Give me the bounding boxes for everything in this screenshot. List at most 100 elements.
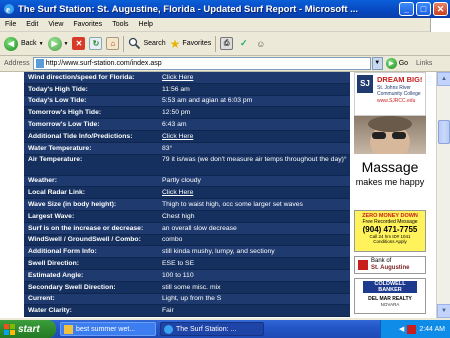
taskbar-item-surf-station[interactable]: The Surf Station: ...: [160, 322, 264, 336]
report-key: Tomorrow's Low Tide:: [28, 121, 100, 129]
system-tray: ◀ 2:44 AM: [380, 320, 450, 338]
taskbar-item-wetsuit[interactable]: best summer wet...: [60, 322, 156, 336]
menu-favorites[interactable]: Favorites: [68, 21, 107, 28]
forward-button[interactable]: ▶ ▼: [47, 36, 69, 51]
sjrcc-line2: Community College: [377, 91, 421, 97]
home-button[interactable]: ⌂: [106, 37, 120, 50]
address-url: http://www.surf-station.com/index.asp: [45, 60, 162, 67]
coldwell-line4: NOVARA: [380, 302, 400, 307]
scroll-thumb[interactable]: [438, 120, 450, 144]
go-button[interactable]: ▶ Go: [385, 58, 408, 69]
report-row: Additional Form Info: still kinda mushy, …: [24, 246, 350, 259]
tray-app-icon[interactable]: [407, 324, 417, 334]
close-button[interactable]: ✕: [433, 2, 448, 16]
report-link[interactable]: Click Here: [160, 189, 350, 196]
address-input[interactable]: http://www.surf-station.com/index.asp: [32, 57, 371, 70]
report-value: 5:53 am and agian at 6:03 pm: [162, 97, 253, 105]
report-key: Weather:: [28, 177, 57, 185]
refresh-button[interactable]: ↻: [89, 37, 103, 50]
report-row: Tomorrow's High Tide: 12:50 pm: [24, 107, 350, 120]
report-key: Today's High Tide:: [28, 85, 88, 93]
scroll-down-icon[interactable]: ▼: [437, 304, 450, 318]
tray-arrow-icon[interactable]: ◀: [399, 325, 404, 333]
address-bar: Address http://www.surf-station.com/inde…: [0, 56, 450, 72]
internet-explorer-icon: e: [4, 4, 14, 15]
report-key: Swell Direction:: [28, 260, 79, 268]
start-button[interactable]: start: [0, 320, 56, 338]
report-row: Additional Tide Info/Predictions: Click H…: [24, 130, 350, 143]
report-key: Estimated Angle:: [28, 271, 84, 279]
refresh-icon: ↻: [89, 37, 103, 50]
report-row: Air Temperature: 79 it is/was (we don't m…: [24, 154, 350, 176]
ad-column: SJ DREAM BIG! St. Johns River Community …: [354, 72, 428, 318]
address-label: Address: [4, 60, 30, 67]
report-link[interactable]: Click Here: [160, 133, 350, 140]
report-key: Wave Size (in body height):: [28, 201, 117, 209]
report-link[interactable]: Click Here: [160, 74, 350, 81]
menu-edit[interactable]: Edit: [21, 21, 43, 28]
ie-task-icon: [164, 324, 173, 334]
back-button[interactable]: ◀ Back ▼: [4, 36, 44, 51]
report-key: Tomorrow's High Tide:: [28, 109, 102, 117]
sjrcc-headline: DREAM BIG!: [377, 75, 423, 84]
report-value: ESE to SE: [162, 260, 195, 268]
report-row: Local Radar Link: Click Here: [24, 187, 350, 200]
research-button[interactable]: ✓: [237, 37, 250, 50]
report-key: Wind direction/speed for Florida:: [28, 73, 135, 81]
report-key: Local Radar Link:: [28, 189, 86, 197]
minimize-button[interactable]: _: [399, 2, 414, 16]
sjrcc-logo: SJ: [357, 75, 373, 93]
address-dropdown-icon[interactable]: ▼: [371, 57, 383, 70]
report-row: Water Temperature: 83°: [24, 143, 350, 155]
forward-dropdown-icon[interactable]: ▼: [64, 41, 69, 47]
menu-tools[interactable]: Tools: [107, 21, 133, 28]
title-bar[interactable]: e The Surf Station: St. Augustine, Flori…: [0, 0, 450, 18]
report-key: WindSwell / GroundSwell / Combo:: [28, 236, 141, 244]
massage-title: Massage: [361, 159, 419, 175]
report-value: still kinda mushy, lumpy, and sectiony: [162, 248, 275, 256]
report-key: Additional Tide Info/Predictions:: [28, 132, 133, 140]
zero-money-ad[interactable]: ZERO MONEY DOWN Free Recorded Message (9…: [354, 210, 426, 252]
task-label: best summer wet...: [76, 325, 136, 333]
menu-view[interactable]: View: [43, 21, 68, 28]
report-value: 100 to 110: [162, 271, 194, 279]
sjrcc-ad[interactable]: SJ DREAM BIG! St. Johns River Community …: [354, 72, 426, 116]
report-value: Fair: [162, 307, 174, 315]
report-value: Thigh to waist high, occ some larger set…: [162, 201, 303, 209]
report-row: Tomorrow's Low Tide: 6:43 am: [24, 119, 350, 131]
vertical-scrollbar[interactable]: ▲ ▼: [436, 72, 450, 318]
person-face-image: [368, 116, 412, 154]
folder-icon: [64, 324, 73, 334]
zero-line3: Conditions Apply: [373, 239, 407, 244]
coldwell-ad[interactable]: COLDWELL BANKER DEL MAR REALTY NOVARA: [354, 278, 426, 314]
report-row: Wind direction/speed for Florida: Click H…: [24, 72, 350, 84]
maximize-button[interactable]: □: [416, 2, 431, 16]
bank-ad[interactable]: Bank of St. Augustine: [354, 256, 426, 274]
report-key: Largest Wave:: [28, 212, 75, 220]
scroll-up-icon[interactable]: ▲: [437, 72, 450, 86]
favorites-button[interactable]: ★ Favorites: [170, 37, 212, 51]
messenger-icon: ☺: [256, 38, 266, 49]
report-value: 11:56 am: [162, 85, 190, 93]
search-icon: [129, 37, 141, 50]
print-button[interactable]: ⎙: [220, 37, 234, 50]
stop-button[interactable]: ✕: [72, 37, 86, 50]
zero-phone: (904) 471-7755: [362, 225, 418, 234]
menu-file[interactable]: File: [0, 21, 21, 28]
window-title: The Surf Station: St. Augustine, Florida…: [18, 3, 359, 15]
menu-help[interactable]: Help: [134, 21, 158, 28]
report-value: still some misc. mix: [162, 283, 221, 291]
report-row: Wave Size (in body height): Thigh to wais…: [24, 199, 350, 211]
links-label[interactable]: Links: [416, 60, 432, 67]
massage-ad[interactable]: Massage makes me happy: [354, 156, 426, 194]
back-dropdown-icon[interactable]: ▼: [39, 41, 44, 47]
clock: 2:44 AM: [419, 325, 445, 333]
print-icon: ⎙: [220, 37, 234, 50]
report-row: Today's High Tide: 11:56 am: [24, 83, 350, 96]
search-button[interactable]: Search: [128, 37, 166, 50]
stop-icon: ✕: [72, 37, 86, 50]
person-photo: [354, 116, 426, 154]
report-row: Water Clarity: Fair: [24, 305, 350, 318]
messenger-button[interactable]: ☺: [254, 37, 267, 50]
report-value: 83°: [162, 144, 173, 152]
